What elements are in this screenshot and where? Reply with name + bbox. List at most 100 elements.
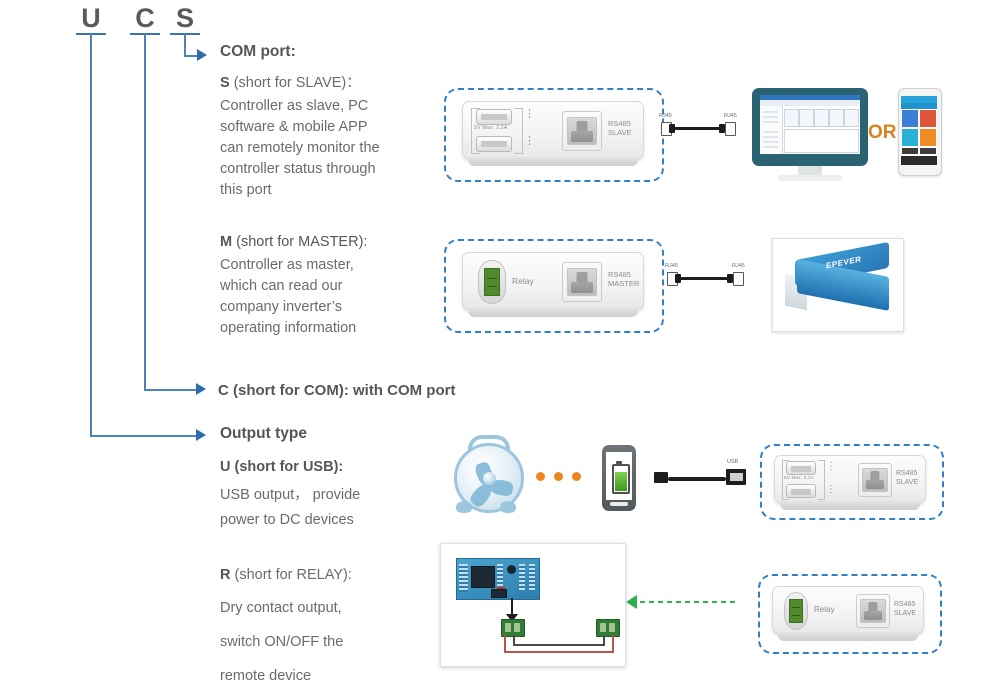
monitor-foot xyxy=(778,175,842,181)
master-body-line-1: Controller as master, xyxy=(220,257,354,273)
code-hline-c xyxy=(144,389,196,391)
relay-title-rest: (short for RELAY): xyxy=(234,567,352,583)
rj45-tag-left-1: RJ45 xyxy=(659,113,672,119)
usb-body-line-1: USB output， provide xyxy=(220,487,361,503)
slave-controller-device: ⋮ ⋮ 5V Max. 2.2A RS485 SLAVE xyxy=(462,101,644,166)
usb-title: U (short for USB): xyxy=(220,454,343,480)
rj45-tag-left-2: RJ45 xyxy=(665,263,678,269)
usb-title-rest: (short for USB): xyxy=(234,459,344,475)
rs485-port-label: RS485 SLAVE xyxy=(608,119,632,137)
terminal-block-right xyxy=(596,619,620,637)
master-title-bold: M xyxy=(220,234,237,250)
master-title: M (short for MASTER): xyxy=(220,231,430,253)
code-letter-u: U xyxy=(81,3,101,33)
relay-label: Relay xyxy=(814,605,835,614)
flow-dot-2 xyxy=(554,472,563,481)
fan-foot-right xyxy=(500,501,516,513)
wire-red-right xyxy=(612,635,614,653)
rj45-port xyxy=(562,262,602,302)
pcb-component xyxy=(507,565,516,574)
or-label: OR xyxy=(868,122,897,143)
code-vline-u xyxy=(90,33,92,437)
usb-rating-label: 5V Max. 2.2A xyxy=(784,475,814,480)
master-body-line-3: company inverter’s xyxy=(220,299,342,315)
relay-pcb-board xyxy=(456,558,540,600)
usb-rating-label: 5V Max. 2.2A xyxy=(474,125,508,131)
relay-link-dashed-line xyxy=(640,601,738,603)
code-letter-c: C xyxy=(135,3,155,33)
master-body-line-4: operating information xyxy=(220,320,357,336)
usb-trident-icon-top: ⋮ xyxy=(826,461,836,472)
relay-body-line-2: switch ON/OFF the xyxy=(220,634,344,650)
dc-fan xyxy=(450,435,524,515)
slave-body-line-5: this port xyxy=(220,182,272,198)
rj45-port xyxy=(858,463,892,497)
rs485-port-label: RS485 SLAVE xyxy=(896,470,919,486)
usb-trident-icon-bottom: ⋮ xyxy=(826,484,836,495)
slave-title-rest: (short for SLAVE)： xyxy=(233,75,361,91)
rj45-plug-right-1 xyxy=(725,122,736,136)
rj45-plug-right-2 xyxy=(733,272,744,286)
relay-label: Relay xyxy=(512,276,534,286)
rj45-cable-2 xyxy=(678,277,730,280)
code-arrow-c xyxy=(196,383,206,395)
fan-foot-left xyxy=(456,501,472,513)
wire-red-span xyxy=(504,651,614,653)
rj45-tag-right-2: RJ45 xyxy=(732,263,745,269)
relay-body: Dry contact output, switch ON/OFF the re… xyxy=(220,591,435,693)
flow-dot-3 xyxy=(572,472,581,481)
rj45-tag-right-1: RJ45 xyxy=(724,113,737,119)
rs485-port-label: RS485 SLAVE xyxy=(894,601,917,617)
pc-monitor-screen xyxy=(760,95,860,154)
code-vline-s xyxy=(184,33,186,57)
rj45-port xyxy=(562,111,602,151)
slave-body-line-3: can remotely monitor the xyxy=(220,140,380,156)
slave-body-line-1: Controller as slave, PC xyxy=(220,98,369,114)
mobile-app-screen xyxy=(901,96,937,165)
usb-controller-device: ⋮ ⋮ 5V Max. 2.2A RS485 SLAVE xyxy=(774,455,926,510)
usb-cable-tag: USB xyxy=(727,459,739,465)
usb-port-bottom xyxy=(786,484,816,498)
flow-dot-1 xyxy=(536,472,545,481)
usb-micro-plug xyxy=(654,472,668,483)
relay-body-line-1: Dry contact output, xyxy=(220,600,342,616)
rs485-port-label: RS485 MASTER xyxy=(608,270,640,288)
com-port-heading: COM port: xyxy=(220,43,296,60)
master-body-line-2: which can read our xyxy=(220,278,343,294)
usb-trident-icon-bottom: ⋮ xyxy=(524,135,535,147)
code-arrow-s xyxy=(197,49,207,61)
relay-link-arrow xyxy=(626,595,637,609)
phone-home-bar xyxy=(610,502,628,506)
code-hline-s xyxy=(184,55,198,57)
usb-cable xyxy=(668,477,726,481)
usb-port-top xyxy=(786,461,816,475)
rj45-cable-1 xyxy=(672,127,722,130)
com-line-bold: C xyxy=(218,382,233,399)
output-type-heading: Output type xyxy=(220,425,307,442)
code-hline-u xyxy=(90,435,196,437)
slave-title: S (short for SLAVE)： xyxy=(220,72,420,94)
code-arrow-u xyxy=(196,429,206,441)
com-line-rest: (short for COM): with COM port xyxy=(233,382,456,399)
battery-icon xyxy=(612,464,630,494)
diagram-canvas: U C S COM port: S (short for SLAVE)： Con… xyxy=(0,0,1000,684)
relay-green-block xyxy=(484,268,500,296)
relay-controller-device: Relay RS485 SLAVE xyxy=(772,586,924,641)
usb-body-line-2: power to DC devices xyxy=(220,512,354,528)
wire-dark-span xyxy=(513,644,605,646)
usb-port-bottom xyxy=(476,136,512,152)
usb-title-bold: U xyxy=(220,459,235,475)
master-body: Controller as master, which can read our… xyxy=(220,255,430,339)
slave-body-line-4: controller status through xyxy=(220,161,376,177)
wire-dark-right xyxy=(603,635,605,646)
code-vline-c xyxy=(144,33,146,391)
master-title-rest: (short for MASTER): xyxy=(236,234,368,250)
usb-port-top xyxy=(476,109,512,125)
rj45-port xyxy=(856,594,890,628)
com-line: C (short for COM): with COM port xyxy=(218,382,455,400)
relay-title-bold: R xyxy=(220,567,235,583)
slave-body: Controller as slave, PC software & mobil… xyxy=(220,96,430,201)
master-controller-device: Relay RS485 MASTER xyxy=(462,252,644,317)
usb-body: USB output， provide power to DC devices xyxy=(220,483,435,533)
relay-title: R (short for RELAY): xyxy=(220,562,352,588)
